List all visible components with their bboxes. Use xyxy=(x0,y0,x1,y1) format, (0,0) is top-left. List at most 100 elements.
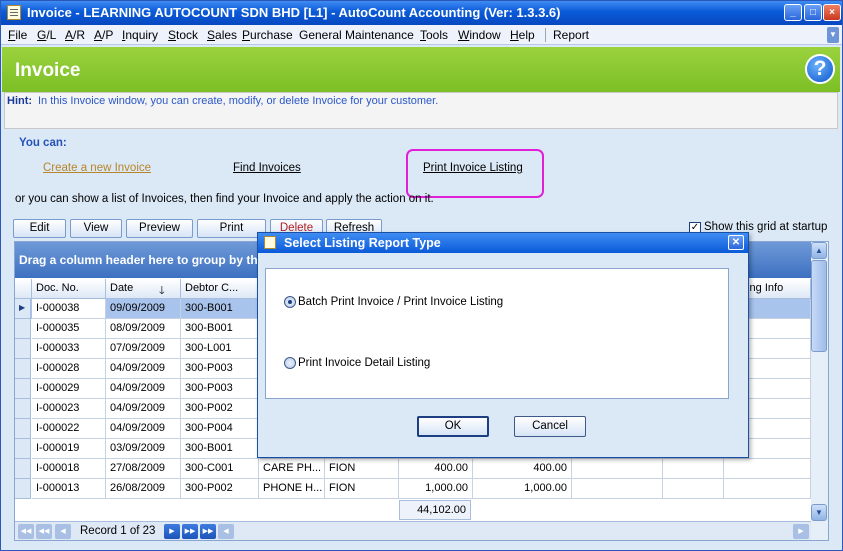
minimize-button[interactable]: _ xyxy=(784,4,802,21)
next-record-icon[interactable]: ▶ xyxy=(164,524,180,539)
last-record-icon[interactable]: ▶▶ xyxy=(200,524,216,539)
table-cell[interactable]: I-000018 xyxy=(32,459,106,479)
menu-general-maintenance[interactable]: General Maintenance xyxy=(299,28,414,42)
table-cell[interactable]: 04/09/2009 xyxy=(106,399,181,419)
table-cell[interactable]: 400.00 xyxy=(473,459,572,479)
table-cell[interactable]: 300-L001 xyxy=(181,339,259,359)
table-cell[interactable]: 08/09/2009 xyxy=(106,319,181,339)
next-page-icon[interactable]: ▶▶ xyxy=(182,524,198,539)
previous-page-icon[interactable]: ◀◀ xyxy=(36,524,52,539)
scroll-up-icon[interactable]: ▲ xyxy=(811,242,827,259)
row-selector[interactable] xyxy=(15,479,31,499)
table-cell[interactable]: 04/09/2009 xyxy=(106,379,181,399)
preview-button[interactable]: Preview xyxy=(126,219,193,238)
menu-help[interactable]: Help xyxy=(510,28,535,42)
table-cell[interactable]: I-000033 xyxy=(32,339,106,359)
row-selector[interactable] xyxy=(15,359,31,379)
table-cell[interactable]: I-000019 xyxy=(32,439,106,459)
table-cell[interactable]: 04/09/2009 xyxy=(106,419,181,439)
table-cell[interactable]: PHONE H... xyxy=(259,479,325,499)
menu-sales[interactable]: Sales xyxy=(207,28,237,42)
batch-print-radio[interactable] xyxy=(284,296,296,308)
table-cell[interactable]: 26/08/2009 xyxy=(106,479,181,499)
row-selector[interactable] xyxy=(15,399,31,419)
menu-ap[interactable]: A/P xyxy=(94,28,113,42)
menu-purchase[interactable]: Purchase xyxy=(242,28,293,42)
table-cell[interactable]: I-000038 xyxy=(32,299,106,319)
table-cell[interactable]: 300-P004 xyxy=(181,419,259,439)
table-cell[interactable] xyxy=(572,479,663,499)
table-cell[interactable]: 300-P003 xyxy=(181,359,259,379)
help-icon[interactable]: ? xyxy=(805,54,835,84)
maximize-button[interactable]: □ xyxy=(804,4,822,21)
print-button[interactable]: Print xyxy=(197,219,266,238)
scroll-down-icon[interactable]: ▼ xyxy=(811,504,827,521)
table-cell[interactable]: I-000029 xyxy=(32,379,106,399)
table-cell[interactable]: I-000023 xyxy=(32,399,106,419)
table-cell[interactable]: 300-C001 xyxy=(181,459,259,479)
table-cell[interactable]: I-000035 xyxy=(32,319,106,339)
table-cell[interactable]: 27/08/2009 xyxy=(106,459,181,479)
table-cell[interactable]: 400.00 xyxy=(399,459,473,479)
column-header-debtor-code[interactable]: Debtor C... xyxy=(181,279,259,299)
dialog-close-icon[interactable]: ✕ xyxy=(728,235,744,250)
view-button[interactable]: View xyxy=(70,219,122,238)
table-cell[interactable]: 07/09/2009 xyxy=(106,339,181,359)
table-cell[interactable]: I-000028 xyxy=(32,359,106,379)
table-cell[interactable]: 09/09/2009 xyxy=(106,299,181,319)
row-selector[interactable] xyxy=(15,459,31,479)
menu-stock[interactable]: Stock xyxy=(168,28,198,42)
row-selector[interactable] xyxy=(15,379,31,399)
menu-inquiry[interactable]: Inquiry xyxy=(122,28,158,42)
table-row[interactable]: I-000018 27/08/2009 300-C001 CARE PH... FION… xyxy=(15,459,811,479)
row-selector[interactable] xyxy=(15,419,31,439)
create-invoice-link[interactable]: Create a new Invoice xyxy=(43,162,151,174)
table-cell[interactable] xyxy=(724,479,811,499)
edit-button[interactable]: Edit xyxy=(13,219,66,238)
menu-file[interactable]: File xyxy=(8,28,27,42)
row-selector[interactable] xyxy=(15,339,31,359)
row-selector[interactable]: ▶ xyxy=(15,299,31,319)
table-cell[interactable] xyxy=(724,459,811,479)
table-cell[interactable] xyxy=(663,459,724,479)
table-cell[interactable]: 300-B001 xyxy=(181,439,259,459)
previous-record-icon[interactable]: ◀ xyxy=(55,524,71,539)
table-cell[interactable]: 300-P002 xyxy=(181,479,259,499)
detail-listing-radio[interactable] xyxy=(284,357,296,369)
table-cell[interactable] xyxy=(572,459,663,479)
column-header-date[interactable]: Date 🡓 xyxy=(106,279,181,299)
table-cell[interactable]: 300-P002 xyxy=(181,399,259,419)
table-cell[interactable]: 300-B001 xyxy=(181,299,259,319)
table-cell[interactable]: 300-B001 xyxy=(181,319,259,339)
table-cell[interactable]: 1,000.00 xyxy=(473,479,572,499)
menu-ar[interactable]: A/R xyxy=(65,28,85,42)
table-cell[interactable]: CARE PH... xyxy=(259,459,325,479)
vertical-scrollbar[interactable]: ▲ ▼ xyxy=(811,242,828,540)
menu-gl[interactable]: G/L xyxy=(37,28,56,42)
table-cell[interactable]: I-000013 xyxy=(32,479,106,499)
scroll-left-icon[interactable]: ◀ xyxy=(218,524,234,539)
ok-button[interactable]: OK xyxy=(417,416,489,437)
first-record-icon[interactable]: ◀◀ xyxy=(18,524,34,539)
scroll-thumb[interactable] xyxy=(811,260,827,352)
chevron-down-icon[interactable]: ▼ xyxy=(827,27,839,43)
close-button[interactable]: × xyxy=(823,4,841,21)
cancel-button[interactable]: Cancel xyxy=(514,416,586,437)
table-cell[interactable]: 300-P003 xyxy=(181,379,259,399)
table-cell[interactable]: 03/09/2009 xyxy=(106,439,181,459)
batch-print-label[interactable]: Batch Print Invoice / Print Invoice List… xyxy=(298,296,503,308)
menu-window[interactable]: Window xyxy=(458,28,501,42)
table-cell[interactable]: FION xyxy=(325,459,399,479)
detail-listing-label[interactable]: Print Invoice Detail Listing xyxy=(298,357,430,369)
column-header-doc-no[interactable]: Doc. No. xyxy=(32,279,106,299)
table-cell[interactable]: 1,000.00 xyxy=(399,479,473,499)
scroll-right-icon[interactable]: ▶ xyxy=(793,524,809,539)
row-selector[interactable] xyxy=(15,439,31,459)
row-selector[interactable] xyxy=(15,319,31,339)
menu-report[interactable]: Report xyxy=(553,28,589,42)
table-cell[interactable]: I-000022 xyxy=(32,419,106,439)
table-cell[interactable] xyxy=(663,479,724,499)
find-invoices-link[interactable]: Find Invoices xyxy=(233,162,301,174)
table-row[interactable]: I-000013 26/08/2009 300-P002 PHONE H... FION… xyxy=(15,479,811,499)
table-cell[interactable]: 04/09/2009 xyxy=(106,359,181,379)
